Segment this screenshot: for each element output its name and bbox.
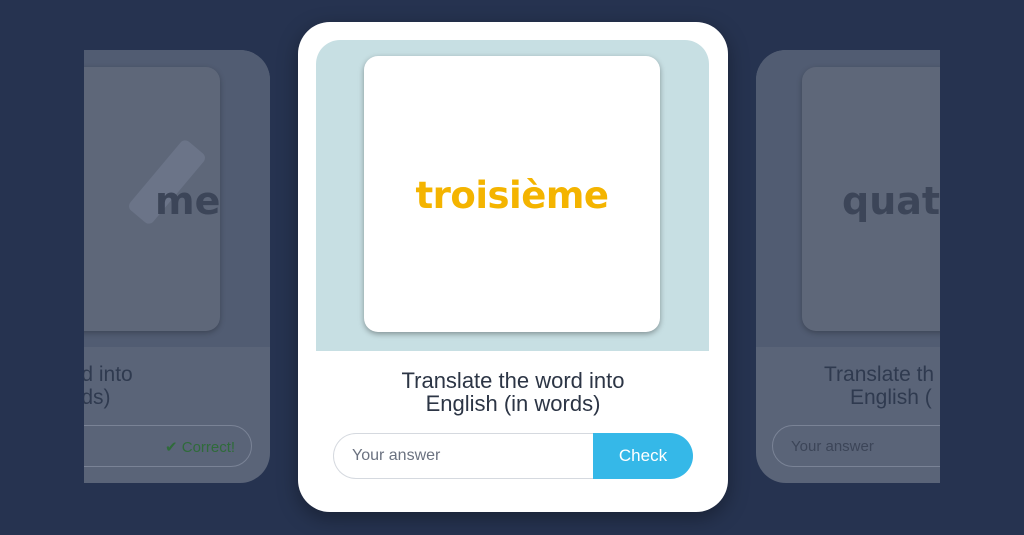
previous-card-image: me	[84, 67, 220, 331]
check-button[interactable]: Check	[593, 433, 693, 479]
check-icon: ✔	[165, 439, 178, 456]
next-card-prompt-line2: English (	[850, 386, 932, 409]
current-card-prompt-line2: English (in words)	[425, 391, 601, 416]
next-card-image: quatr	[802, 67, 940, 331]
current-card-image: troisième	[364, 56, 660, 332]
next-card-word: quatr	[842, 179, 940, 223]
next-card-image-area: quatr	[756, 50, 940, 347]
answer-row: Check	[333, 433, 693, 479]
previous-card-prompt: e word into n words)	[84, 363, 270, 409]
correct-label: Correct!	[181, 439, 236, 456]
next-card-answer-field: Your answer	[772, 425, 940, 467]
previous-card-image-area: me	[84, 50, 270, 347]
next-card-prompt-line1: Translate th	[824, 363, 935, 386]
previous-card-clip: me e word into n words) ✔ Correct!	[84, 0, 274, 535]
current-card-prompt-line1: Translate the word into	[401, 368, 625, 393]
next-card-clip: quatr Translate th English ( Your answer	[756, 0, 940, 535]
next-card: quatr Translate th English ( Your answer	[756, 50, 940, 483]
next-card-prompt: Translate th English (	[796, 363, 940, 409]
previous-card: me e word into n words) ✔ Correct!	[84, 50, 270, 483]
next-card-answer-placeholder: Your answer	[791, 438, 874, 455]
current-card-prompt: Translate the word into English (in word…	[298, 369, 728, 415]
current-card-word: troisième	[415, 174, 609, 217]
answer-input[interactable]	[333, 433, 623, 479]
current-card-image-area: troisième	[316, 40, 709, 351]
previous-card-word: me	[155, 179, 221, 223]
previous-card-prompt-line2: n words)	[84, 386, 111, 409]
previous-card-prompt-line1: e word into	[84, 363, 133, 386]
current-card: troisième Translate the word into Englis…	[298, 22, 728, 512]
previous-card-status: ✔ Correct!	[165, 438, 235, 456]
